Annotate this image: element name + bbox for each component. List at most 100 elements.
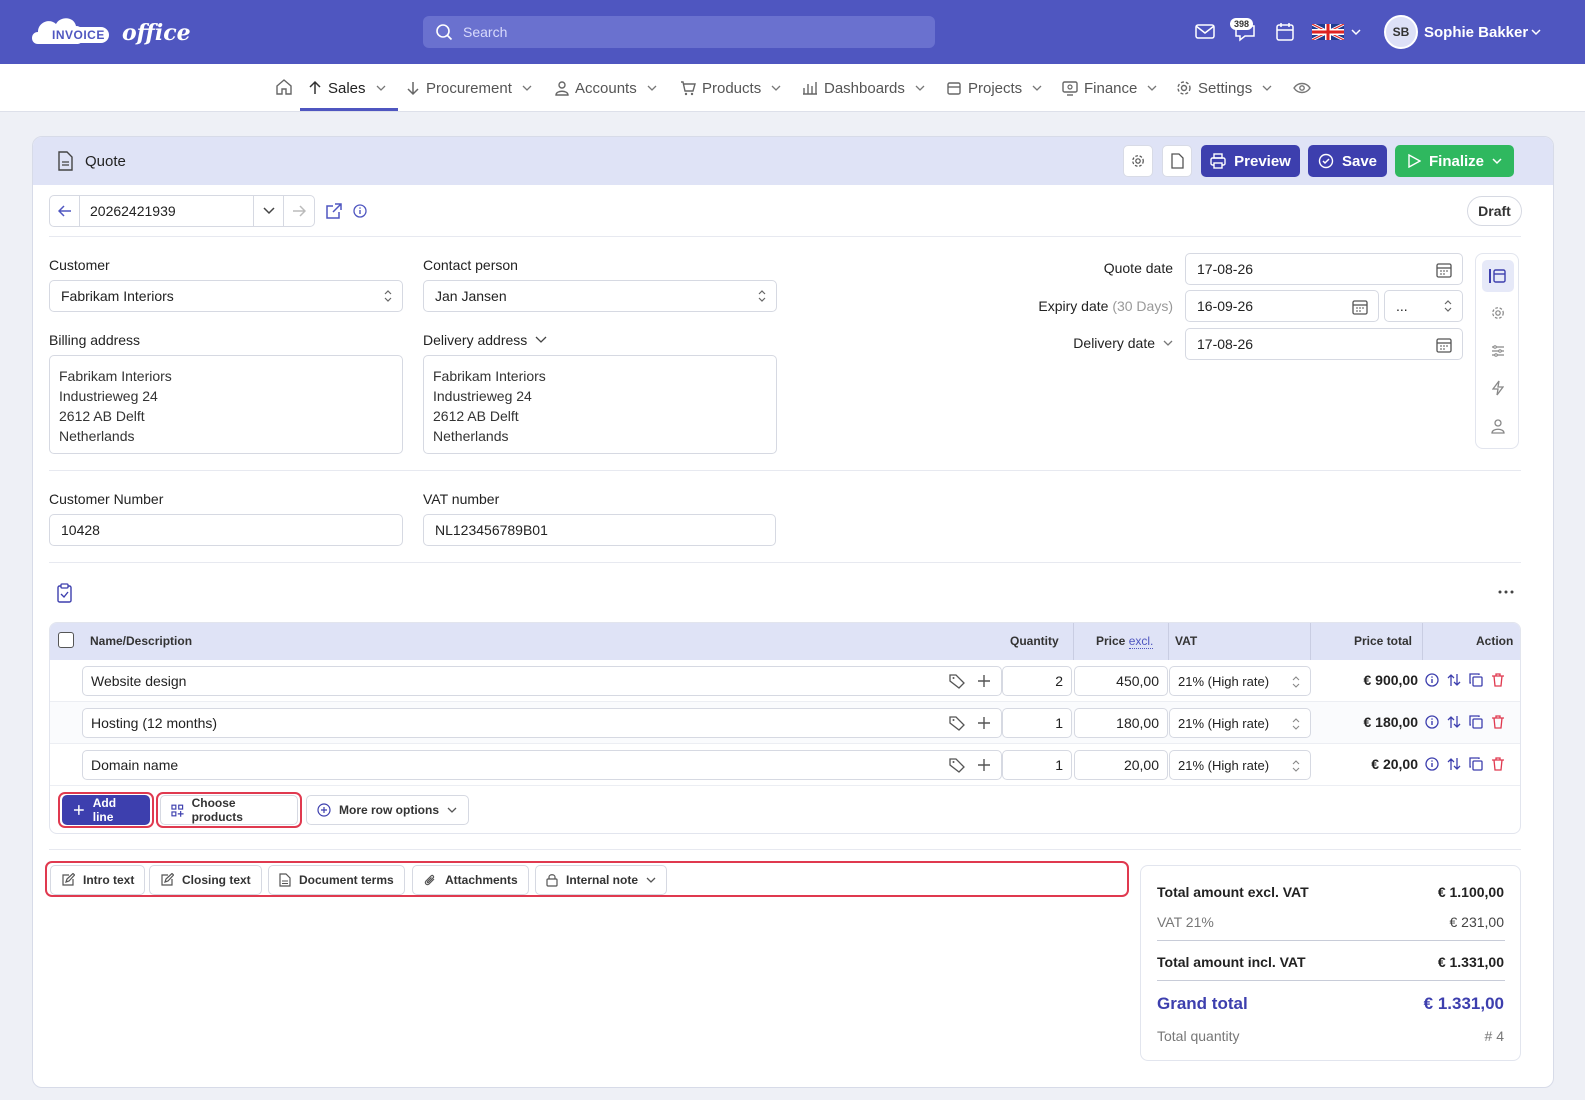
search-input[interactable]: Search — [423, 16, 935, 48]
side-tab-options[interactable] — [1486, 339, 1510, 363]
select-all-checkbox[interactable] — [58, 632, 74, 648]
chevron-down-icon[interactable] — [1350, 27, 1362, 37]
external-link-icon[interactable] — [325, 202, 343, 220]
nav-item-projects[interactable]: Projects — [946, 64, 1042, 112]
side-tab-person[interactable] — [1486, 414, 1510, 438]
plus-icon[interactable] — [977, 674, 991, 688]
plus-icon[interactable] — [977, 716, 991, 730]
add-line-button[interactable]: Add line — [62, 795, 150, 825]
logo-text-office: office — [122, 20, 191, 46]
sort-icon — [1444, 300, 1452, 312]
quote-date-input[interactable]: 17-08-26 — [1185, 253, 1463, 285]
home-icon[interactable] — [275, 78, 293, 96]
more-icon[interactable] — [1498, 590, 1514, 594]
line-price-input[interactable]: 20,00 — [1074, 750, 1168, 780]
delivery-date-toggle[interactable]: Delivery date — [1023, 335, 1173, 351]
nav-item-accounts[interactable]: Accounts — [555, 64, 657, 112]
calendar-icon[interactable] — [1436, 262, 1452, 278]
customer-select[interactable]: Fabrikam Interiors — [49, 280, 403, 312]
delivery-address-field[interactable]: Fabrikam Interiors Industrieweg 24 2612 … — [423, 355, 777, 454]
side-tab-settings[interactable] — [1486, 301, 1510, 325]
eye-icon[interactable] — [1293, 80, 1311, 96]
trash-icon[interactable] — [1491, 673, 1505, 687]
settings-button[interactable] — [1123, 145, 1153, 177]
info-icon[interactable] — [1425, 673, 1439, 687]
delivery-date-input[interactable]: 17-08-26 — [1185, 328, 1463, 360]
previous-document-button[interactable] — [50, 196, 80, 226]
avatar[interactable]: SB — [1384, 15, 1418, 49]
closing-text-button[interactable]: Closing text — [149, 865, 262, 895]
info-icon[interactable] — [353, 204, 367, 218]
line-quantity-input[interactable]: 2 — [1002, 666, 1072, 696]
calendar-icon[interactable] — [1436, 337, 1452, 353]
line-quantity-input[interactable]: 1 — [1002, 708, 1072, 738]
mail-icon[interactable] — [1195, 20, 1215, 44]
price-excl-toggle[interactable]: excl. — [1128, 634, 1154, 649]
nav-item-dashboards[interactable]: Dashboards — [802, 64, 925, 112]
expiry-date-input[interactable]: 16-09-26 — [1185, 290, 1379, 322]
sort-icon — [1292, 718, 1300, 730]
tag-icon[interactable] — [949, 673, 965, 689]
trash-icon[interactable] — [1491, 715, 1505, 729]
reorder-icon[interactable] — [1447, 715, 1461, 729]
copy-icon[interactable] — [1469, 673, 1483, 687]
next-document-button[interactable] — [284, 196, 314, 226]
copy-icon[interactable] — [1469, 715, 1483, 729]
expiry-period-select[interactable]: ... — [1384, 290, 1463, 322]
side-tab-dates[interactable] — [1482, 260, 1514, 292]
preview-button[interactable]: Preview — [1201, 145, 1300, 177]
customer-number-label: Customer Number — [49, 491, 164, 507]
finalize-button[interactable]: Finalize — [1395, 145, 1514, 177]
reorder-icon[interactable] — [1447, 673, 1461, 687]
line-price-input[interactable]: 450,00 — [1074, 666, 1168, 696]
contact-select[interactable]: Jan Jansen — [423, 280, 777, 312]
side-tab-automation[interactable] — [1486, 376, 1510, 400]
calendar-icon[interactable] — [1352, 299, 1368, 315]
user-name[interactable]: Sophie Bakker — [1424, 24, 1528, 41]
pdf-button[interactable] — [1162, 145, 1192, 177]
document-icon — [58, 151, 73, 171]
save-button[interactable]: Save — [1308, 145, 1387, 177]
nav-item-finance[interactable]: Finance — [1062, 64, 1157, 112]
line-name-input[interactable]: Website design — [82, 666, 1002, 696]
plus-icon[interactable] — [977, 758, 991, 772]
nav-item-settings[interactable]: Settings — [1176, 64, 1272, 112]
chevron-down-icon — [522, 85, 532, 91]
customer-number-input[interactable]: 10428 — [49, 514, 403, 546]
info-icon[interactable] — [1425, 715, 1439, 729]
tag-icon[interactable] — [949, 715, 965, 731]
line-name-input[interactable]: Domain name — [82, 750, 1002, 780]
copy-icon[interactable] — [1469, 757, 1483, 771]
line-name-input[interactable]: Hosting (12 months) — [82, 708, 1002, 738]
line-vat-select[interactable]: 21% (High rate) — [1169, 750, 1311, 780]
info-icon[interactable] — [1425, 757, 1439, 771]
tag-icon[interactable] — [949, 757, 965, 773]
document-number-dropdown[interactable] — [254, 196, 284, 226]
app-logo[interactable]: INVOICE office — [30, 14, 191, 50]
document-number[interactable]: 20262421939 — [80, 196, 254, 226]
language-flag-icon[interactable] — [1312, 24, 1344, 40]
choose-products-button[interactable]: Choose products — [160, 795, 298, 825]
attachments-button[interactable]: Attachments — [412, 865, 529, 895]
nav-item-sales[interactable]: Sales — [308, 64, 386, 112]
calendar-icon[interactable] — [1275, 20, 1295, 44]
chevron-down-icon[interactable] — [1530, 27, 1542, 37]
total-excl-value: € 1.100,00 — [1437, 884, 1504, 900]
line-vat-select[interactable]: 21% (High rate) — [1169, 666, 1311, 696]
billing-address-field[interactable]: Fabrikam Interiors Industrieweg 24 2612 … — [49, 355, 403, 454]
line-quantity-input[interactable]: 1 — [1002, 750, 1072, 780]
line-vat-select[interactable]: 21% (High rate) — [1169, 708, 1311, 738]
vat-number-input[interactable]: NL123456789B01 — [423, 514, 776, 546]
document-terms-button[interactable]: Document terms — [268, 865, 405, 895]
more-row-options-button[interactable]: More row options — [306, 795, 469, 825]
nav-item-procurement[interactable]: Procurement — [406, 64, 532, 112]
line-price-input[interactable]: 180,00 — [1074, 708, 1168, 738]
internal-note-button[interactable]: Internal note — [535, 865, 668, 895]
reorder-icon[interactable] — [1447, 757, 1461, 771]
delivery-address-toggle[interactable]: Delivery address — [423, 332, 547, 348]
nav-item-products[interactable]: Products — [680, 64, 781, 112]
intro-text-button[interactable]: Intro text — [50, 865, 146, 895]
contact-label: Contact person — [423, 257, 518, 273]
trash-icon[interactable] — [1491, 757, 1505, 771]
clipboard-check-icon[interactable] — [57, 583, 73, 603]
